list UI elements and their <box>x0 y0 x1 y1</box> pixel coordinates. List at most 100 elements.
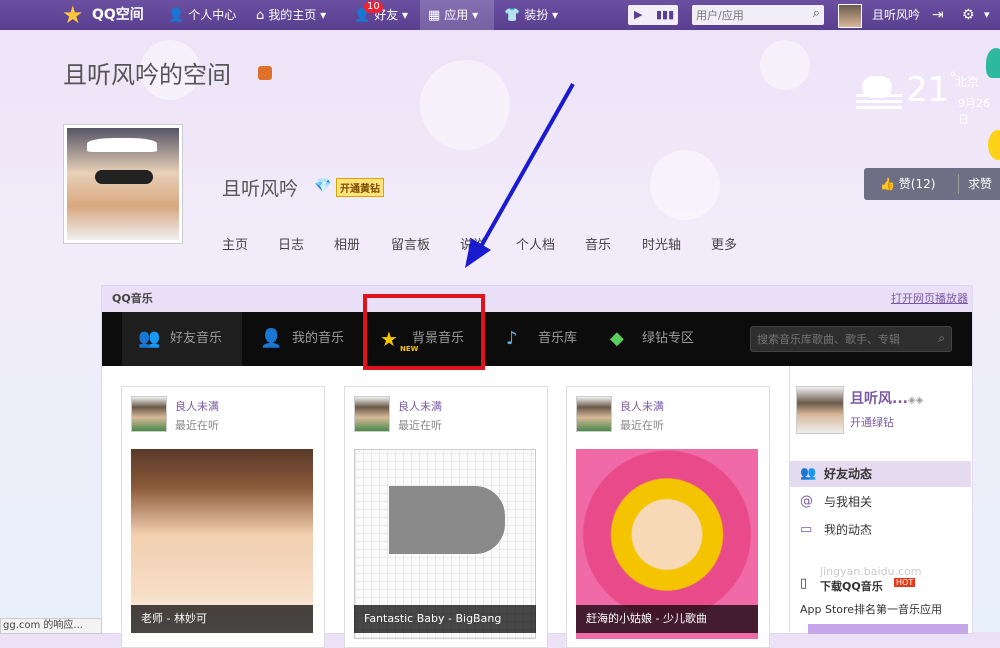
music-search-box: ⌕ <box>750 326 952 352</box>
search-icon[interactable]: ⌕ <box>813 6 820 21</box>
hot-tag: HOT <box>894 578 916 587</box>
home-icon: ⌂ <box>256 8 265 23</box>
apps-label: 应用 <box>444 8 469 22</box>
weather-date: 9月26日 <box>958 97 990 126</box>
sidebar-item-related[interactable]: @ 与我相关 <box>790 489 971 515</box>
music-note-icon: ♪ <box>506 328 518 349</box>
music-player-mini[interactable]: ▶ ▮▮▮ <box>628 5 678 25</box>
chevron-down-icon[interactable]: ▾ <box>984 0 990 30</box>
dressup-menu[interactable]: 👕 装扮 ▾ <box>504 0 558 30</box>
music-sidebar: 且听风...◈◈ 开通绿钻 👥 好友动态 @ 与我相关 ▭ 我的动态 ▯ 下载QQ音乐… <box>789 366 971 634</box>
friends-icon: 👥 <box>138 328 161 349</box>
nav-music[interactable]: 音乐 <box>585 234 611 253</box>
dressup-label: 装扮 <box>524 8 549 22</box>
music-panel-title: QQ音乐 <box>112 292 153 305</box>
weather-city: 北京 <box>955 75 980 89</box>
open-green-diamond-link[interactable]: 开通绿钻 <box>850 414 894 430</box>
profile-avatar[interactable] <box>63 124 183 244</box>
nav-more[interactable]: 更多 <box>711 234 737 253</box>
nav-home[interactable]: 主页 <box>222 234 248 253</box>
song-title[interactable]: 老师 - 林妙可 <box>131 605 313 633</box>
gear-icon[interactable]: ⚙ <box>962 0 975 30</box>
song-card: 良人未满 最近在听 赶海的小姑娘 - 少儿歌曲 <box>566 386 770 648</box>
grid-icon: ▦ <box>428 8 441 23</box>
mascot-decoration <box>986 48 1000 78</box>
nav-guestbook[interactable]: 留言板 <box>391 234 430 253</box>
tab-my-music[interactable]: 👤 我的音乐 <box>260 312 360 366</box>
top-search-box: ⌕ <box>692 5 824 25</box>
equalizer-icon: ▮▮▮ <box>655 8 675 21</box>
logout-icon[interactable]: ⇥ <box>932 0 944 30</box>
download-button[interactable] <box>808 624 968 634</box>
like-button[interactable]: 👍 赞(12) <box>880 168 935 200</box>
ask-like-button[interactable]: 求赞 <box>968 168 992 200</box>
personal-center-label: 个人中心 <box>188 8 237 22</box>
baidu-watermark-url: jingyan.baidu.com <box>820 565 922 578</box>
shirt-icon: 👕 <box>504 8 521 23</box>
song-title[interactable]: 赶海的小姑娘 - 少儿歌曲 <box>576 605 758 633</box>
user-name-link[interactable]: 且听风吟 <box>872 0 920 30</box>
sidebar-avatar[interactable] <box>796 386 844 434</box>
weather-temperature: 21° <box>906 70 957 110</box>
highlight-box <box>363 294 485 370</box>
phone-icon: ▯ <box>800 576 808 591</box>
background-flower <box>760 40 810 90</box>
sidebar-item-friend-feed[interactable]: 👥 好友动态 <box>790 461 971 487</box>
at-icon: @ <box>800 494 813 509</box>
background-flower <box>650 150 720 220</box>
baidu-watermark: Bai 经验 <box>818 528 942 563</box>
friend-avatar[interactable] <box>131 396 167 432</box>
friend-name[interactable]: 良人未满 <box>620 398 664 414</box>
song-title[interactable]: Fantastic Baby - BigBang <box>354 605 536 633</box>
friends-notification-badge: 10 <box>364 1 383 13</box>
friend-name[interactable]: 良人未满 <box>175 398 219 414</box>
qzone-logo-icon[interactable]: ★ <box>62 2 88 28</box>
person-icon: 👤 <box>260 328 283 349</box>
top-navigation-bar: ★ QQ空间 👤 个人中心 ⌂ 我的主页 ▾ 👤 好友 ▾ 10 ▦ 应用 ▾ 👕 装扮 … <box>0 0 1000 30</box>
nav-album[interactable]: 相册 <box>334 234 360 253</box>
download-qq-music-link[interactable]: 下载QQ音乐 <box>820 578 883 594</box>
tab-friends-music[interactable]: 👥 好友音乐 <box>122 312 242 366</box>
diamond-icon[interactable]: 💎 <box>314 178 331 194</box>
chevron-down-icon: ▾ <box>552 8 559 22</box>
open-yellow-diamond-button[interactable]: 开通黄钻 <box>336 178 384 197</box>
like-bar: 👍 赞(12) 求赞 <box>864 168 1000 200</box>
chevron-down-icon: ▾ <box>472 8 479 22</box>
thumbs-up-icon: 👍 <box>880 177 895 191</box>
music-panel-header: QQ音乐 打开网页播放器 <box>102 286 972 312</box>
friends-icon: 👥 <box>800 466 817 481</box>
song-card: 良人未满 最近在听 Fantastic Baby - BigBang <box>344 386 548 648</box>
cup-icon[interactable] <box>258 66 272 80</box>
personal-center-link[interactable]: 👤 个人中心 <box>168 0 236 30</box>
weather-cloud-icon <box>856 76 902 110</box>
tab-music-library[interactable]: ♪ 音乐库 <box>506 312 606 366</box>
annotation-arrow <box>465 83 575 268</box>
top-search-input[interactable] <box>692 5 808 25</box>
tab-green-diamond[interactable]: ◆ 绿钻专区 <box>610 312 720 366</box>
friend-avatar[interactable] <box>354 396 390 432</box>
search-icon[interactable]: ⌕ <box>938 331 945 346</box>
space-title: 且听风吟的空间 <box>63 61 231 89</box>
my-homepage-link[interactable]: ⌂ 我的主页 ▾ <box>256 0 326 30</box>
my-homepage-label: 我的主页 <box>268 8 317 22</box>
diamond-icon: ◈◈ <box>907 395 924 406</box>
chevron-down-icon: ▾ <box>402 8 409 22</box>
nav-timeline[interactable]: 时光轴 <box>642 234 681 253</box>
open-web-player-link[interactable]: 打开网页播放器 <box>891 286 968 312</box>
listening-status: 最近在听 <box>175 419 219 432</box>
play-icon[interactable]: ▶ <box>634 8 642 21</box>
apps-menu[interactable]: ▦ 应用 ▾ <box>420 0 494 30</box>
profile-nickname: 且听风吟 <box>222 178 299 200</box>
chevron-down-icon: ▾ <box>320 8 327 22</box>
qzone-brand[interactable]: QQ空间 <box>92 0 144 30</box>
song-card: 良人未满 最近在听 老师 - 林妙可 <box>121 386 325 648</box>
friend-name[interactable]: 良人未满 <box>398 398 442 414</box>
nav-blog[interactable]: 日志 <box>278 234 304 253</box>
sidebar-user-name[interactable]: 且听风...◈◈ <box>850 388 923 408</box>
user-avatar[interactable] <box>838 4 862 28</box>
mascot-decoration <box>988 130 1000 160</box>
listening-status: 最近在听 <box>620 419 664 432</box>
friend-avatar[interactable] <box>576 396 612 432</box>
chat-bubble-icon: ▭ <box>800 522 813 537</box>
music-search-input[interactable] <box>751 327 939 351</box>
